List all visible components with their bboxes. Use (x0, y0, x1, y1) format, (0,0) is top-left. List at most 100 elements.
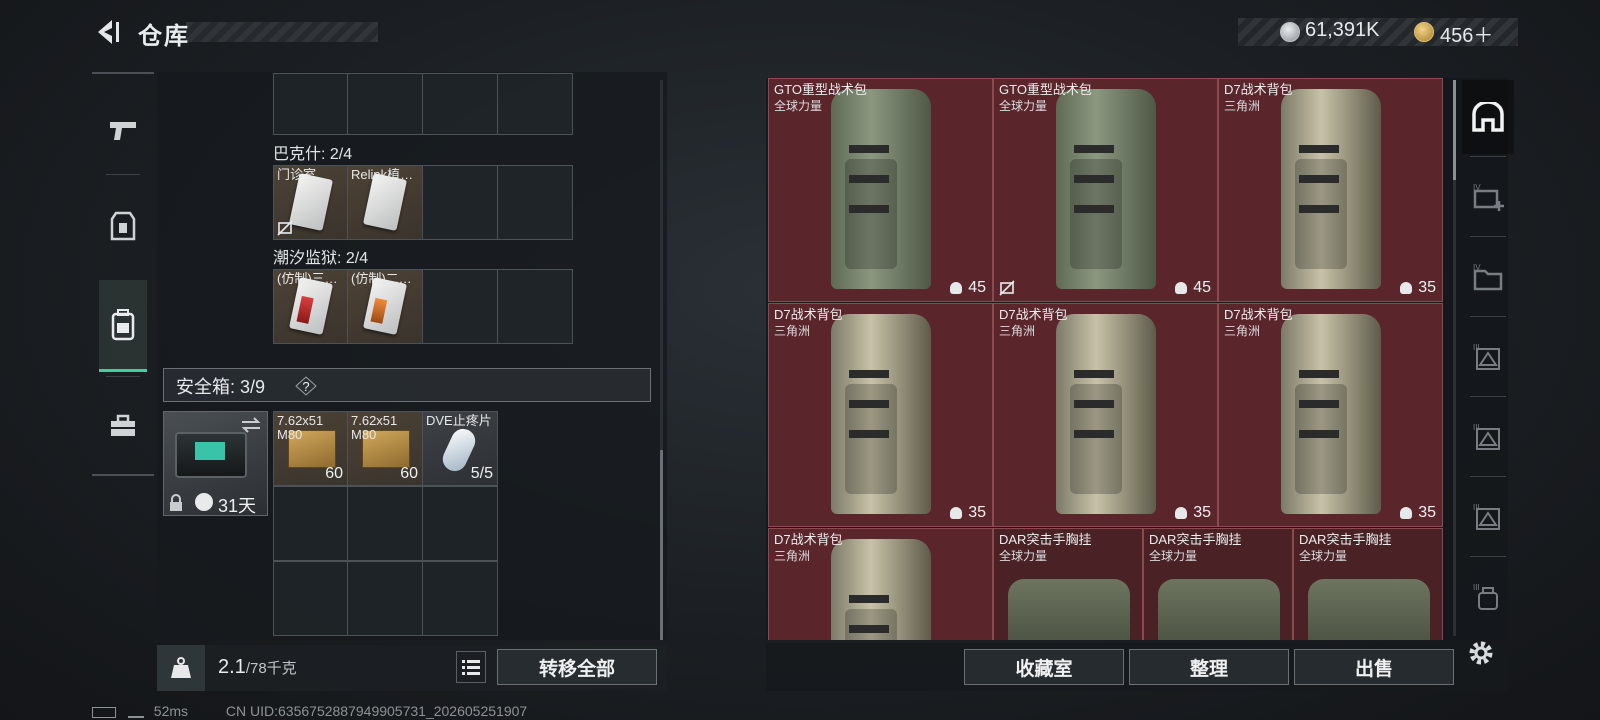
gear-icon[interactable] (1466, 638, 1496, 668)
storage-slot-dar-2[interactable]: DAR突击手胸挂 全球力量 (1143, 528, 1293, 640)
grid-cell[interactable] (348, 561, 423, 636)
item-ammo-m80[interactable]: 7.62x51 M80 60 (348, 411, 423, 486)
item-label: (仿制)三… (277, 272, 338, 286)
storage-slot-d7-4[interactable]: D7战术背包 三角洲 35 (1218, 303, 1443, 527)
tab-tier-iv-folder[interactable]: IV (1462, 240, 1514, 314)
safebox-grid-row-2 (273, 486, 498, 561)
collection-room-button[interactable]: 收藏室 (964, 649, 1124, 685)
storage-slot-gto-1[interactable]: GTO重型战术包 全球力量 45 (768, 78, 993, 302)
uid-text: CN UID:6356752887949905731_202605251907 (225, 703, 528, 719)
rail-weapons[interactable] (92, 84, 154, 176)
coin-icon (1280, 22, 1300, 42)
transfer-all-button[interactable]: 转移全部 (497, 649, 657, 685)
storage-tabs-rail: IV IV III III III III (1462, 80, 1514, 640)
slot-faction: 三角洲 (999, 324, 1036, 338)
grid-cell[interactable] (423, 73, 498, 135)
weight-icon-box (157, 645, 205, 691)
rail-armor[interactable] (92, 180, 154, 272)
storage-grid[interactable]: GTO重型战术包 全球力量 45 GTO重型战术包 全球力量 45 D7战术背包… (766, 78, 1508, 640)
safebox-grid-row-1: 7.62x51 M80 60 7.62x51 M80 60 DVE止疼片 5/5 (273, 411, 498, 486)
slot-faction: 三角洲 (774, 549, 811, 563)
sort-button[interactable]: 整理 (1129, 649, 1289, 685)
storage-slot-d7-5[interactable]: D7战术背包 三角洲 (768, 528, 993, 640)
slot-capacity: 45 (968, 279, 986, 296)
storage-slot-d7-3[interactable]: D7战术背包 三角洲 35 (993, 303, 1218, 527)
item-label: 门诊室 (277, 168, 317, 182)
item-ammo-m80[interactable]: 7.62x51 M80 60 (273, 411, 348, 486)
list-view-button[interactable] (456, 651, 486, 683)
tab-tier-iii-bag[interactable]: III (1462, 560, 1514, 634)
storage-slot-gto-2[interactable]: GTO重型战术包 全球力量 45 (993, 78, 1218, 302)
group-label-tide-prison: 潮汐监狱: 2/4 (273, 250, 369, 267)
tab-tier-iii-3[interactable]: III (1462, 480, 1514, 554)
capacity-icon (1175, 282, 1187, 294)
slot-capacity: 35 (1418, 279, 1436, 296)
svg-text:III: III (1473, 423, 1480, 432)
grid-cell[interactable] (423, 269, 498, 344)
slot-name: DAR突击手胸挂 (1299, 532, 1392, 547)
help-icon[interactable]: ? (295, 376, 317, 396)
tier-iii-icon: III (1473, 423, 1500, 450)
grid-cell[interactable] (273, 73, 348, 135)
grid-cell[interactable] (498, 165, 573, 240)
storage-slot-d7-2[interactable]: D7战术背包 三角洲 35 (768, 303, 993, 527)
item-replica-card-2[interactable]: (仿制)二… (348, 269, 423, 344)
item-label: Relink植… (351, 168, 414, 182)
clock-icon (195, 493, 213, 511)
capacity-icon (1400, 507, 1412, 519)
item-replica-card-1[interactable]: (仿制)三… (273, 269, 348, 344)
storage-scrollbar[interactable] (1453, 80, 1456, 636)
coin-balance: 61,391K (1305, 19, 1380, 41)
rail-toolbox[interactable] (92, 380, 154, 472)
grid-cell[interactable] (423, 165, 498, 240)
slot-name: DAR突击手胸挂 (1149, 532, 1242, 547)
grid-cell[interactable] (348, 73, 423, 135)
grid-cell[interactable] (273, 486, 348, 561)
svg-text:III: III (1473, 343, 1480, 352)
battery-icon (92, 706, 116, 718)
toolbox-icon (111, 414, 135, 436)
item-painkiller[interactable]: DVE止疼片 5/5 (423, 411, 498, 486)
slot-capacity: 35 (1193, 504, 1211, 521)
slot-name: DAR突击手胸挂 (999, 532, 1092, 547)
premium-balance[interactable]: 456＋ (1440, 19, 1493, 48)
grid-cell[interactable] (498, 73, 573, 135)
slot-name: GTO重型战术包 (774, 82, 867, 97)
storage-slot-dar-1[interactable]: DAR突击手胸挂 全球力量 (993, 528, 1143, 640)
backpack-image (1056, 314, 1156, 514)
storage-slot-dar-3[interactable]: DAR突击手胸挂 全球力量 (1293, 528, 1443, 640)
rail-backpack[interactable] (99, 280, 147, 372)
item-clinic-card[interactable]: 门诊室 (273, 165, 348, 240)
backpack-image (1281, 89, 1381, 289)
tab-safehouse[interactable] (1462, 80, 1514, 154)
grid-cell[interactable] (423, 561, 498, 636)
pistol-icon (110, 122, 136, 140)
status-footer: 52ms CN UID:6356752887949905731_20260525… (92, 703, 527, 719)
signal-icon (127, 706, 144, 719)
ping-text: 52ms (153, 703, 189, 719)
chest-rig-image (1158, 579, 1280, 640)
swap-icon[interactable] (240, 416, 262, 434)
page-title: 仓库 (138, 23, 190, 50)
grid-cell[interactable] (423, 486, 498, 561)
back-arrow-icon[interactable] (90, 16, 122, 48)
slot-faction: 三角洲 (1224, 99, 1261, 113)
item-quantity: 5/5 (470, 465, 493, 482)
storage-slot-d7-1[interactable]: D7战术背包 三角洲 35 (1218, 78, 1443, 302)
grid-cell[interactable] (273, 561, 348, 636)
backpack-image (1056, 89, 1156, 289)
backpack-image (1281, 314, 1381, 514)
grid-cell[interactable] (498, 269, 573, 344)
item-label: DVE止疼片 (426, 414, 492, 428)
slot-name: D7战术背包 (1224, 82, 1293, 97)
grid-cell[interactable] (348, 486, 423, 561)
tab-tier-iv-add[interactable]: IV (1462, 160, 1514, 234)
weight-readout: 2.1/78千克 (218, 656, 297, 678)
weight-icon (171, 657, 191, 678)
item-relink-card[interactable]: Relink植… (348, 165, 423, 240)
sell-button[interactable]: 出售 (1294, 649, 1454, 685)
tab-tier-iii-1[interactable]: III (1462, 320, 1514, 394)
tab-tier-iii-2[interactable]: III (1462, 400, 1514, 474)
item-label: 7.62x51 M80 (277, 414, 324, 442)
inventory-scrollbar[interactable] (660, 80, 663, 640)
